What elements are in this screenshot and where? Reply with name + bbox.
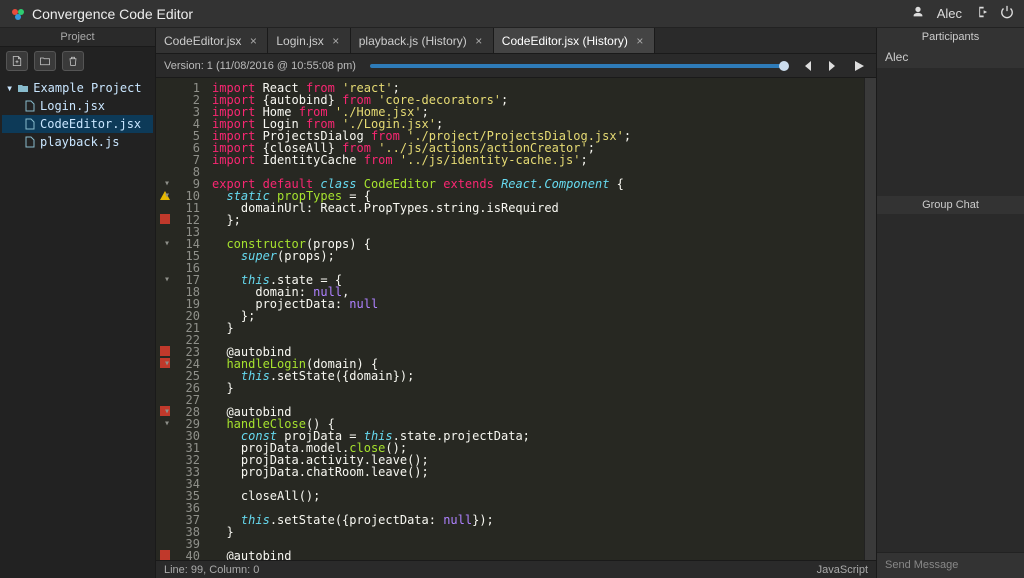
file-label: playback.js	[40, 135, 119, 149]
error-marker-icon	[160, 550, 170, 560]
sidebar: Project ▾ Example Project Login.jsx CodeEdi…	[0, 28, 156, 578]
file-icon	[24, 100, 36, 112]
tabs: CodeEditor.jsx×Login.jsx×playback.js (Hi…	[156, 28, 876, 54]
scrollbar[interactable]	[864, 78, 876, 560]
code-line[interactable]: super(props);	[212, 250, 858, 262]
fold-icon[interactable]: ▾	[160, 178, 170, 188]
line-number: 40	[158, 550, 200, 560]
tab[interactable]: CodeEditor.jsx ×	[156, 28, 268, 53]
fold-icon[interactable]: ▾	[160, 418, 170, 428]
code-line[interactable]: this.setState({projectData: null});	[212, 514, 858, 526]
file-label: CodeEditor.jsx	[40, 117, 141, 131]
code-line[interactable]: }	[212, 322, 858, 334]
file-tree: ▾ Example Project Login.jsx CodeEditor.jsx p…	[0, 75, 155, 578]
new-file-button[interactable]	[6, 51, 28, 71]
code-line[interactable]: };	[212, 214, 858, 226]
folder-label: Example Project	[33, 81, 141, 95]
error-marker-icon	[160, 214, 170, 224]
status-bar: Line: 99, Column: 0 JavaScript	[156, 560, 876, 578]
code-line[interactable]	[212, 394, 858, 406]
language-mode[interactable]: JavaScript	[817, 564, 868, 576]
sidebar-toolbar	[0, 47, 155, 75]
participant-item[interactable]: Alec	[877, 46, 1024, 69]
code-line[interactable]: this.setState({domain});	[212, 370, 858, 382]
tree-file[interactable]: playback.js	[2, 133, 153, 151]
new-folder-button[interactable]	[34, 51, 56, 71]
code-line[interactable]: import IdentityCache from '../js/identit…	[212, 154, 858, 166]
fold-icon[interactable]: ▾	[160, 190, 170, 200]
chat-input[interactable]: Send Message	[877, 552, 1024, 578]
chat-header: Group Chat	[877, 196, 1024, 214]
history-slider[interactable]	[370, 64, 784, 68]
code-line[interactable]: }	[212, 526, 858, 538]
delete-button[interactable]	[62, 51, 84, 71]
file-icon	[24, 136, 36, 148]
close-icon[interactable]: ×	[473, 35, 485, 47]
code-line[interactable]: };	[212, 310, 858, 322]
history-version-label: Version: 1 (11/08/2016 @ 10:55:08 pm)	[164, 60, 356, 72]
user-name[interactable]: Alec	[937, 6, 962, 21]
code-line[interactable]	[212, 538, 858, 550]
close-icon[interactable]: ×	[330, 35, 342, 47]
titlebar: Convergence Code Editor Alec	[0, 0, 1024, 28]
tree-folder[interactable]: ▾ Example Project	[2, 79, 153, 97]
tab-label: CodeEditor.jsx	[164, 34, 241, 48]
power-icon[interactable]	[1000, 5, 1014, 22]
history-play-button[interactable]	[850, 57, 868, 75]
tab-label: Login.jsx	[276, 34, 323, 48]
close-icon[interactable]: ×	[634, 35, 646, 47]
code-line[interactable]: projData.chatRoom.leave();	[212, 466, 858, 478]
app-title: Convergence Code Editor	[32, 6, 911, 22]
tab-label: CodeEditor.jsx (History)	[502, 34, 628, 48]
history-prev-button[interactable]	[798, 57, 816, 75]
tab-label: playback.js (History)	[359, 34, 467, 48]
tree-file[interactable]: CodeEditor.jsx	[2, 115, 153, 133]
history-next-button[interactable]	[824, 57, 842, 75]
participants-list: Alec	[877, 46, 1024, 196]
fold-icon[interactable]: ▾	[160, 406, 170, 416]
tab[interactable]: CodeEditor.jsx (History) ×	[494, 28, 655, 53]
code-content[interactable]: import React from 'react';import {autobi…	[206, 78, 864, 560]
editor-area: CodeEditor.jsx×Login.jsx×playback.js (Hi…	[156, 28, 876, 578]
tree-file[interactable]: Login.jsx	[2, 97, 153, 115]
right-panel: Participants Alec Group Chat Send Messag…	[876, 28, 1024, 578]
code-line[interactable]	[212, 334, 858, 346]
logo-icon	[10, 6, 26, 22]
sidebar-header: Project	[0, 28, 155, 47]
logout-icon[interactable]	[974, 5, 988, 22]
code-line[interactable]: projectData: null	[212, 298, 858, 310]
code-line[interactable]: }	[212, 382, 858, 394]
fold-icon[interactable]: ▾	[160, 238, 170, 248]
fold-icon[interactable]: ▾	[160, 274, 170, 284]
gutter: 12345678▾9▾10111213▾141516▾1718192021222…	[156, 78, 206, 560]
tab[interactable]: Login.jsx ×	[268, 28, 350, 53]
code-line[interactable]: closeAll();	[212, 490, 858, 502]
history-bar: Version: 1 (11/08/2016 @ 10:55:08 pm)	[156, 54, 876, 78]
error-marker-icon	[160, 346, 170, 356]
fold-icon[interactable]: ▾	[160, 358, 170, 368]
user-icon	[911, 5, 925, 22]
file-label: Login.jsx	[40, 99, 105, 113]
chevron-down-icon: ▾	[6, 81, 13, 95]
code-line[interactable]: @autobind	[212, 550, 858, 560]
code-editor[interactable]: 12345678▾9▾10111213▾141516▾1718192021222…	[156, 78, 876, 560]
participants-header: Participants	[877, 28, 1024, 46]
folder-icon	[17, 82, 29, 94]
chat-panel: Send Message	[877, 214, 1024, 578]
chat-messages	[877, 214, 1024, 552]
code-line[interactable]: domainUrl: React.PropTypes.string.isRequ…	[212, 202, 858, 214]
cursor-position: Line: 99, Column: 0	[164, 564, 259, 576]
close-icon[interactable]: ×	[247, 35, 259, 47]
tab[interactable]: playback.js (History) ×	[351, 28, 494, 53]
file-icon	[24, 118, 36, 130]
